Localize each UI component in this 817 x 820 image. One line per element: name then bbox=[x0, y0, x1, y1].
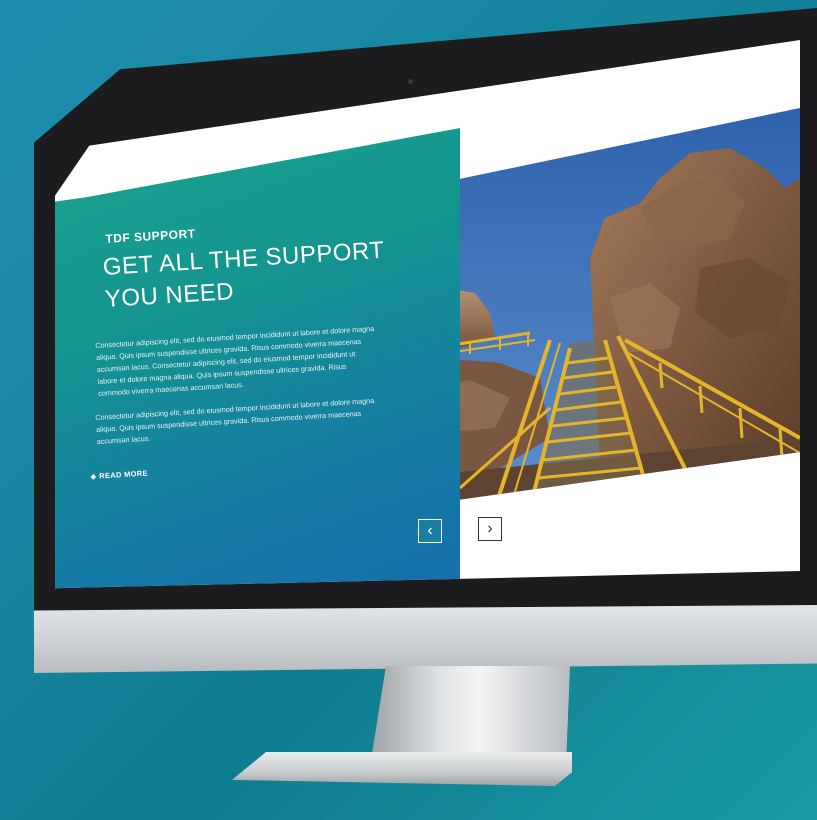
chevron-right-icon: › bbox=[487, 520, 493, 537]
monitor-chin bbox=[34, 605, 817, 673]
monitor-stand-base bbox=[232, 752, 572, 786]
webcam-dot bbox=[408, 79, 413, 84]
diamond-bullet-icon bbox=[90, 474, 97, 480]
rock-stairs-image bbox=[400, 108, 800, 508]
carousel-next-button[interactable]: › bbox=[478, 517, 502, 541]
carousel-prev-button[interactable]: ‹ bbox=[418, 519, 442, 543]
monitor-stand-neck bbox=[370, 666, 570, 766]
hero-photo-rock-stairs bbox=[400, 108, 800, 508]
chevron-left-icon: ‹ bbox=[427, 522, 433, 539]
desktop-monitor-scene: TDF SUPPORT GET ALL THE SUPPORT YOU NEED… bbox=[0, 0, 817, 820]
